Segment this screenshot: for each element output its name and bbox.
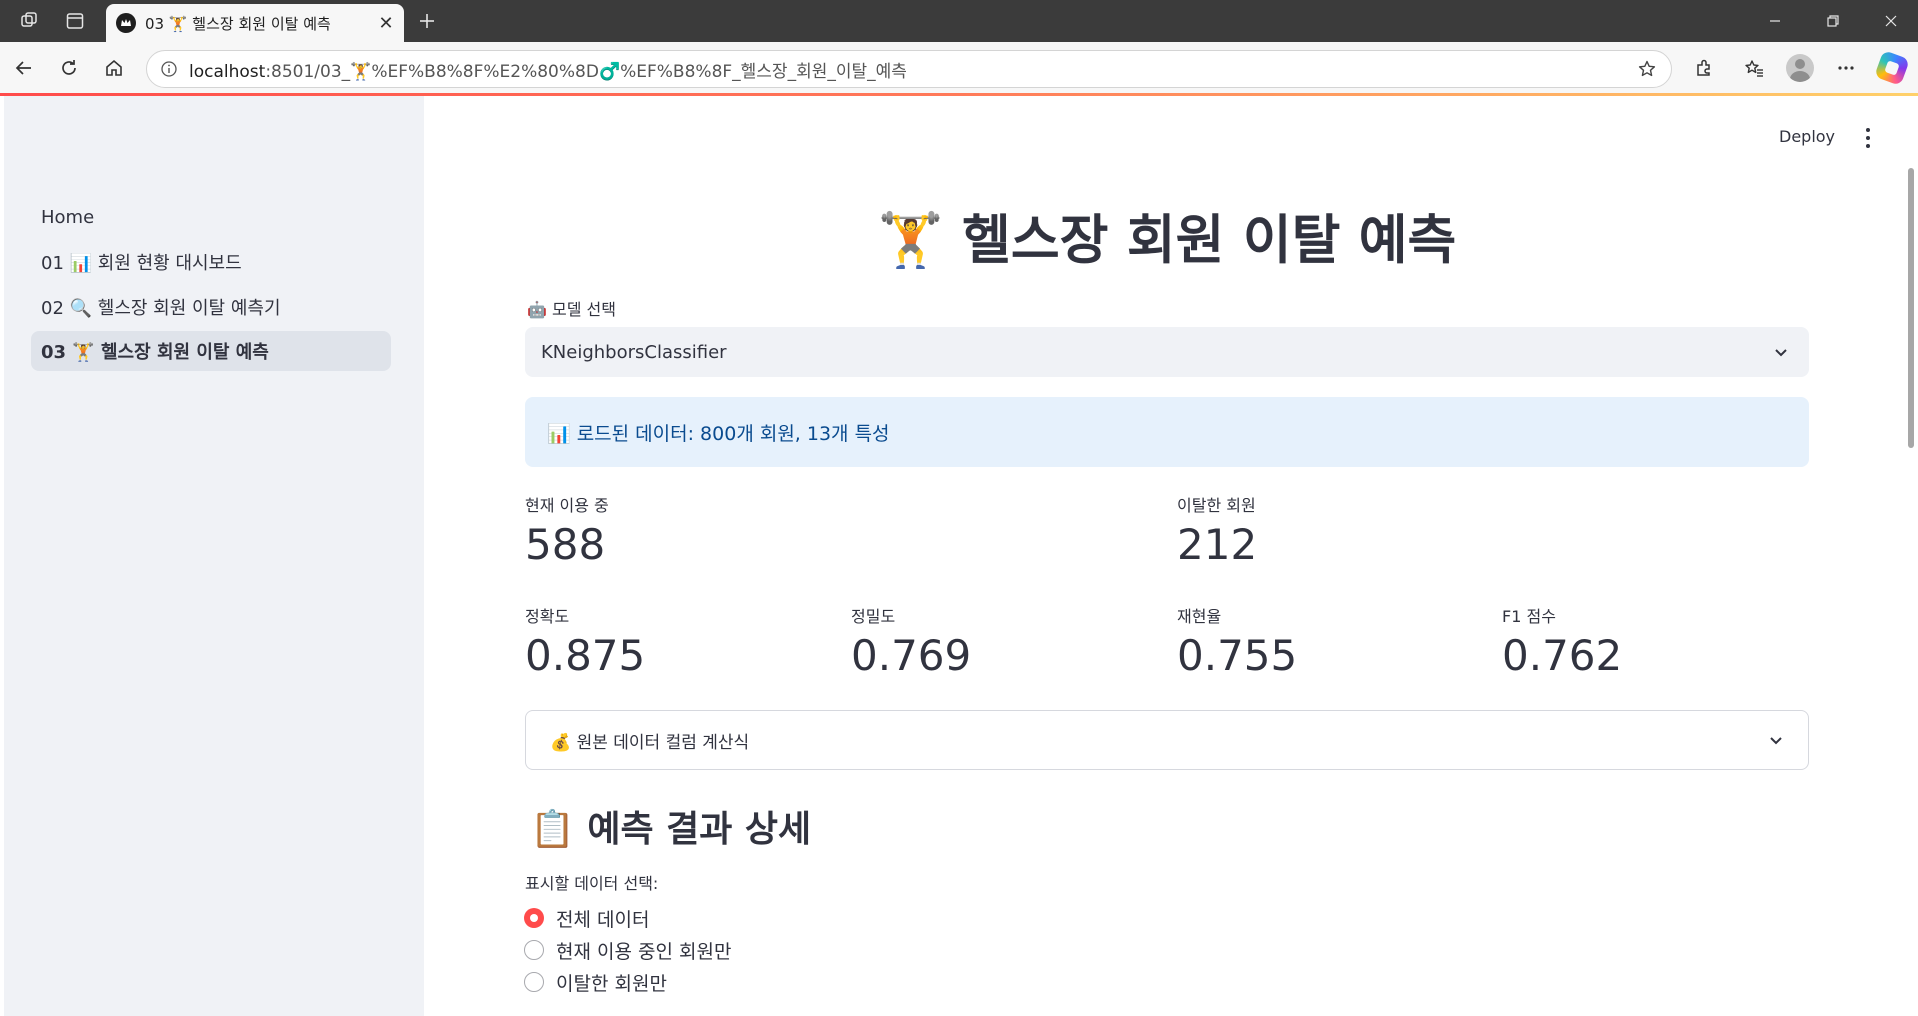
sidebar-item-churn-prediction[interactable]: 03 🏋️ 헬스장 회원 이탈 예측: [31, 331, 391, 371]
sidebar-item-label: 02 🔍 헬스장 회원 이탈 예측기: [41, 298, 281, 319]
metric-label-churned: 이탈한 회원: [1177, 496, 1256, 515]
sidebar-item-predictor[interactable]: 02 🔍 헬스장 회원 이탈 예측기: [31, 287, 391, 327]
radio-option-all[interactable]: 전체 데이터: [524, 904, 649, 932]
url-path: :8501/03_🏋️%EF%B8%8F%E2%80%8D♂️%EF%B8%8F…: [265, 61, 907, 82]
workspaces-icon[interactable]: [14, 6, 44, 36]
back-icon[interactable]: [8, 52, 40, 84]
url-text: localhost:8501/03_🏋️%EF%B8%8F%E2%80%8D♂️…: [189, 57, 1627, 82]
radio-button[interactable]: [524, 940, 544, 960]
favorite-star-icon[interactable]: [1627, 59, 1667, 79]
chevron-down-icon: [1770, 737, 1782, 745]
scrollbar[interactable]: [1908, 168, 1914, 448]
address-bar[interactable]: localhost:8501/03_🏋️%EF%B8%8F%E2%80%8D♂️…: [146, 50, 1672, 88]
metric-value-f1: 0.762: [1502, 631, 1623, 680]
metric-value-accuracy: 0.875: [525, 631, 646, 680]
browser-tab-active[interactable]: 03 🏋️ 헬스장 회원 이탈 예측 ✕: [106, 4, 404, 42]
url-host: localhost: [189, 61, 266, 82]
home-icon[interactable]: [98, 52, 130, 84]
info-alert: 📊 로드된 데이터: 800개 회원, 13개 특성: [525, 397, 1809, 467]
model-select-label: 🤖 모델 선택: [527, 300, 616, 319]
metric-value-churned: 212: [1177, 520, 1258, 569]
browser-toolbar: localhost:8501/03_🏋️%EF%B8%8F%E2%80%8D♂️…: [0, 42, 1918, 94]
new-tab-icon[interactable]: [412, 6, 442, 36]
profile-avatar[interactable]: [1786, 54, 1814, 82]
metric-label-active: 현재 이용 중: [525, 496, 609, 515]
tab-title: 03 🏋️ 헬스장 회원 이탈 예측: [145, 14, 331, 33]
model-select-value: KNeighborsClassifier: [541, 341, 727, 363]
site-info-icon[interactable]: [149, 60, 189, 78]
copilot-icon[interactable]: [1874, 50, 1910, 86]
sidebar-item-label: 01 📊 회원 현황 대시보드: [41, 253, 242, 274]
refresh-icon[interactable]: [53, 52, 85, 84]
chevron-down-icon: [1775, 349, 1787, 357]
favorites-icon[interactable]: [1738, 52, 1770, 84]
expander-label: 💰 원본 데이터 컬럼 계산식: [550, 732, 750, 753]
sidebar-item-label: Home: [41, 206, 95, 228]
metric-value-active: 588: [525, 520, 606, 569]
radio-button[interactable]: [524, 908, 544, 928]
close-tab-icon[interactable]: ✕: [372, 9, 400, 37]
metric-value-precision: 0.769: [851, 631, 972, 680]
radio-option-churned[interactable]: 이탈한 회원만: [524, 968, 667, 996]
radio-group-label: 표시할 데이터 선택:: [525, 874, 659, 893]
formula-expander[interactable]: 💰 원본 데이터 컬럼 계산식: [525, 710, 1809, 770]
vertical-tabs-icon[interactable]: [60, 6, 90, 36]
radio-option-label: 전체 데이터: [556, 908, 650, 931]
metric-label-f1: F1 점수: [1502, 607, 1556, 626]
sidebar-item-dashboard[interactable]: 01 📊 회원 현황 대시보드: [31, 242, 391, 282]
section-title: 📋 예측 결과 상세: [530, 809, 812, 850]
metric-value-recall: 0.755: [1177, 631, 1298, 680]
radio-option-active[interactable]: 현재 이용 중인 회원만: [524, 936, 731, 964]
sidebar-item-home[interactable]: Home: [31, 197, 391, 237]
metric-label-precision: 정밀도: [851, 607, 896, 626]
deploy-button[interactable]: Deploy: [1779, 127, 1835, 146]
radio-option-label: 이탈한 회원만: [556, 972, 667, 995]
radio-option-label: 현재 이용 중인 회원만: [556, 940, 732, 963]
info-text: 📊 로드된 데이터: 800개 회원, 13개 특성: [547, 422, 890, 445]
restore-icon[interactable]: [1808, 4, 1858, 38]
metric-label-accuracy: 정확도: [525, 607, 570, 626]
more-options-icon[interactable]: [1830, 52, 1862, 84]
extensions-icon[interactable]: [1688, 52, 1720, 84]
streamlit-crown-icon: [116, 13, 136, 33]
radio-button[interactable]: [524, 972, 544, 992]
model-select[interactable]: KNeighborsClassifier: [525, 327, 1809, 377]
close-window-icon[interactable]: [1866, 4, 1916, 38]
main-menu-icon[interactable]: [1858, 124, 1878, 152]
page-title: 🏋️ 헬스장 회원 이탈 예측: [877, 210, 1457, 271]
minimize-icon[interactable]: [1750, 4, 1800, 38]
browser-tabstrip: 03 🏋️ 헬스장 회원 이탈 예측 ✕: [0, 0, 1918, 42]
sidebar-item-label: 03 🏋️ 헬스장 회원 이탈 예측: [41, 342, 269, 363]
metric-label-recall: 재현율: [1177, 607, 1222, 626]
